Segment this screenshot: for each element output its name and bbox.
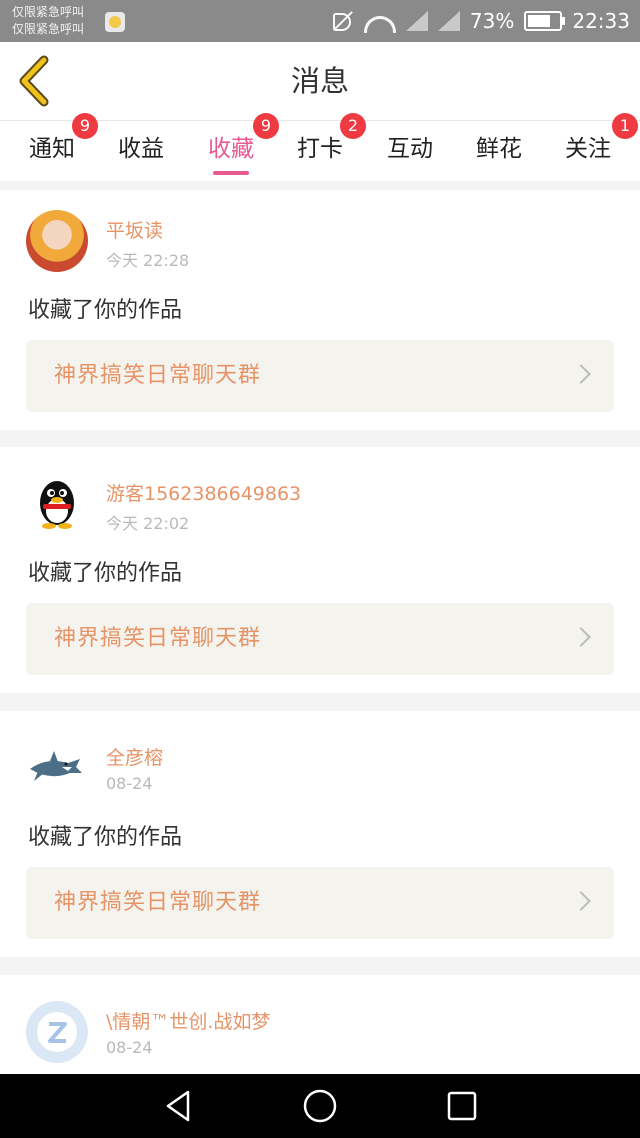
tab-notifications[interactable]: 通知 9	[12, 113, 98, 181]
mute-icon	[330, 9, 354, 33]
avatar[interactable]	[26, 1001, 88, 1063]
tab-label: 收益	[118, 136, 164, 162]
signal-icon	[437, 11, 460, 31]
tab-earnings[interactable]: 收益	[101, 121, 181, 181]
timestamp: 08-24	[106, 774, 153, 793]
badge: 1	[612, 113, 638, 139]
tab-checkin[interactable]: 打卡 2	[280, 113, 366, 181]
username[interactable]: \情朝™世创.战如梦	[106, 1007, 270, 1034]
username[interactable]: 全彦榕	[106, 743, 163, 770]
default-avatar-icon	[37, 1012, 77, 1052]
badge: 9	[253, 113, 279, 139]
message-card: 游客1562386649863 今天 22:02 收藏了你的作品 神界搞笑日常聊…	[0, 447, 640, 693]
carrier-line-2: 仅限紧急呼叫	[12, 22, 85, 36]
carrier-info: 仅限紧急呼叫 仅限紧急呼叫	[12, 4, 84, 38]
wifi-icon	[363, 15, 396, 33]
carrier-line-1: 仅限紧急呼叫	[12, 5, 85, 19]
timestamp: 08-24	[106, 1038, 153, 1057]
username[interactable]: 游客1562386649863	[106, 479, 301, 506]
tab-label: 互动	[387, 136, 433, 162]
timestamp: 今天 22:02	[106, 514, 190, 533]
chevron-right-icon	[571, 891, 591, 911]
action-text: 收藏了你的作品	[28, 298, 183, 323]
action-text: 收藏了你的作品	[28, 561, 183, 586]
work-title: 神界搞笑日常聊天群	[54, 890, 262, 915]
recent-square-icon[interactable]	[444, 1088, 480, 1124]
work-title: 神界搞笑日常聊天群	[54, 363, 262, 388]
message-card: 平坂读 今天 22:28 收藏了你的作品 神界搞笑日常聊天群	[0, 190, 640, 430]
work-link[interactable]: 神界搞笑日常聊天群	[26, 603, 614, 675]
avatar[interactable]	[26, 473, 88, 535]
chevron-right-icon	[571, 627, 591, 647]
tab-label: 鲜花	[476, 136, 522, 162]
home-circle-icon[interactable]	[302, 1088, 338, 1124]
active-tab-indicator	[213, 171, 249, 175]
tab-favorites[interactable]: 收藏 9	[191, 113, 279, 181]
tab-flowers[interactable]: 鲜花	[459, 121, 539, 181]
work-title: 神界搞笑日常聊天群	[54, 626, 262, 651]
badge: 9	[72, 113, 98, 139]
work-link[interactable]: 神界搞笑日常聊天群	[26, 867, 614, 939]
avatar[interactable]	[26, 737, 88, 799]
message-card: \情朝™世创.战如梦 08-24	[0, 975, 640, 1074]
header: 消息	[0, 42, 640, 121]
page-title: 消息	[290, 64, 349, 98]
tab-bar: 通知 9 收益 收藏 9 打卡 2 互动 鲜花 关注 1	[0, 113, 640, 181]
signal-icon	[405, 11, 428, 31]
chevron-right-icon	[571, 364, 591, 384]
timestamp: 今天 22:28	[106, 251, 190, 270]
action-text: 收藏了你的作品	[28, 825, 183, 850]
battery-percent: 73%	[469, 9, 515, 33]
username[interactable]: 平坂读	[106, 216, 163, 243]
work-link[interactable]: 神界搞笑日常聊天群	[26, 340, 614, 412]
tab-follows[interactable]: 关注 1	[548, 113, 638, 181]
shark-icon	[26, 737, 88, 799]
clock: 22:33	[572, 9, 630, 33]
back-triangle-icon[interactable]	[160, 1088, 196, 1124]
battery-icon	[524, 11, 566, 31]
avatar[interactable]	[26, 210, 88, 272]
badge: 2	[340, 113, 366, 139]
system-nav-bar	[0, 1074, 640, 1138]
status-bar: 仅限紧急呼叫 仅限紧急呼叫 73% 22:33	[0, 0, 640, 42]
penguin-icon	[26, 473, 88, 535]
face-icon	[105, 12, 125, 32]
tab-interactions[interactable]: 互动	[370, 121, 450, 181]
message-card: 全彦榕 08-24 收藏了你的作品 神界搞笑日常聊天群	[0, 711, 640, 957]
